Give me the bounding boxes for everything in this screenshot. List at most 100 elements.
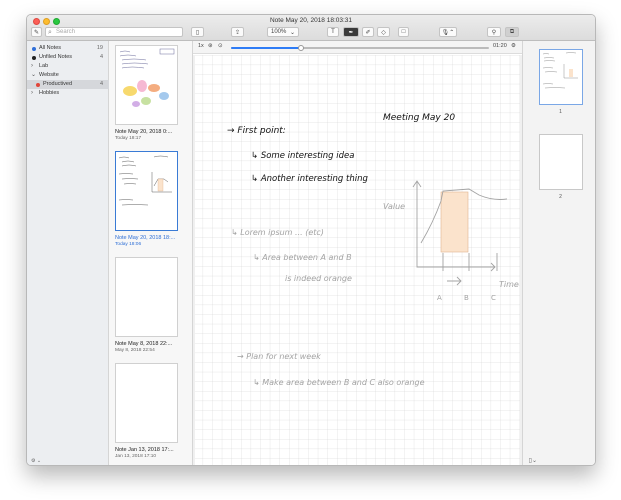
rewind-icon[interactable]: ⊛	[208, 43, 213, 49]
handwriting-line: ↳ Lorem ipsum ... (etc)	[231, 228, 324, 237]
playback-settings-icon[interactable]: ⚙	[511, 43, 516, 49]
eraser-icon: ◇	[381, 29, 386, 36]
window-title: Note May 20, 2018 18:03:31	[269, 17, 353, 24]
sidebar-item-count: 4	[99, 81, 103, 87]
note-thumbnail-selected[interactable]	[115, 151, 178, 231]
handwriting-line: ↳ Some interesting idea	[251, 151, 354, 161]
sidebar-settings-button[interactable]: ⚙ ⌄	[31, 458, 41, 464]
shape-tool-button[interactable]: □	[398, 27, 409, 37]
note-thumbnail[interactable]	[115, 45, 178, 125]
sidebar-item-label: Unfiled Notes	[39, 54, 73, 60]
unfiled-dot-icon	[32, 55, 36, 60]
note-date: Today 18:17	[115, 136, 142, 141]
graph-point-label: A	[437, 294, 442, 302]
page-thumbnail-selected[interactable]	[539, 49, 583, 105]
microphone-icon: 🎙︎⌃	[441, 29, 455, 36]
sidebar-item-all-notes[interactable]: All Notes 19	[27, 44, 109, 53]
sidebar-item-label: Website	[39, 72, 59, 78]
sidebar-item-lab[interactable]: › Lab	[27, 62, 109, 71]
handwriting-line: is indeed orange	[285, 274, 352, 283]
handwriting-line: → Plan for next week	[237, 352, 321, 361]
graph-point-label: B	[464, 294, 469, 302]
page-thumbnail-preview	[542, 52, 578, 89]
page-thumbnail[interactable]	[539, 134, 583, 190]
graph-point-label: C	[491, 294, 496, 302]
pen-tool-icon: ✒	[348, 29, 354, 36]
page-number: 1	[559, 109, 562, 115]
sidebar-item-label: Lab	[39, 63, 49, 69]
note-thumbnail[interactable]	[115, 363, 178, 443]
playback-knob[interactable]	[297, 44, 304, 51]
playback-slider[interactable]	[231, 44, 489, 51]
graph-axis-label: Value	[383, 202, 405, 211]
share-icon: ⇪	[234, 29, 241, 36]
note-date: Jan 13, 2018 17:10	[115, 454, 157, 459]
shape-icon: □	[401, 29, 406, 35]
chevron-down-icon: ⌄	[289, 29, 295, 36]
note-title[interactable]: Note May 20, 2018 18:...	[115, 235, 189, 241]
sidebar-toggle-button[interactable]: ▯	[191, 27, 204, 37]
handwriting-heading: Meeting May 20	[383, 113, 455, 123]
chevron-down-icon[interactable]: ⌄	[31, 71, 36, 80]
lasso-tool-button[interactable]: ⚲	[487, 27, 501, 37]
handwriting-line: ↳ Area between A and B	[253, 253, 352, 262]
pages-panel: 1 2 ▯⌄	[522, 41, 595, 465]
sidebar-item-productived[interactable]: Productived 4	[27, 80, 109, 89]
handwritten-page: Meeting May 20 → First point: ↳ Some int…	[195, 55, 520, 465]
note-list: Note May 20, 2018 0:... Today 18:17 Note…	[109, 41, 193, 465]
lasso-icon: ⚲	[491, 29, 497, 36]
sidebar-item-count: 4	[99, 54, 103, 60]
page-options-button[interactable]: ▯⌄	[529, 457, 537, 464]
search-placeholder: Search	[56, 29, 76, 35]
note-date: Today 18:06	[115, 242, 142, 247]
note-title[interactable]: Note May 20, 2018 0:...	[115, 129, 189, 135]
play-icon[interactable]: ⊙	[218, 43, 223, 49]
page-number: 2	[559, 194, 562, 200]
sidebar: All Notes 19 Unfiled Notes 4 › Lab ⌄ Web…	[27, 41, 109, 465]
sidebar-item-label: All Notes	[39, 45, 62, 51]
chevron-right-icon[interactable]: ›	[31, 62, 33, 71]
search-icon: ⌕	[48, 29, 52, 36]
handwriting-line: ↳ Make area between B and C also orange	[253, 378, 425, 387]
app-window: Note May 20, 2018 18:03:31 ✎ ⌕ Search ▯ …	[26, 14, 596, 466]
zoom-select[interactable]: 100% ⌄	[267, 27, 299, 37]
chevron-right-icon[interactable]: ›	[31, 89, 33, 98]
pages-panel-toggle[interactable]: ⧉	[505, 27, 519, 37]
graph-axis-label: Time	[499, 280, 519, 289]
note-page[interactable]: Meeting May 20 → First point: ↳ Some int…	[193, 55, 522, 465]
eraser-tool-button[interactable]: ◇	[377, 27, 390, 37]
pen-tool-button[interactable]: ✒	[343, 27, 359, 37]
sidebar-item-hobbies[interactable]: › Hobbies	[27, 89, 109, 98]
record-audio-button[interactable]: 🎙︎⌃	[439, 27, 457, 37]
sidebar-item-label: Hobbies	[39, 90, 60, 96]
search-input[interactable]: ⌕ Search	[45, 27, 183, 37]
note-editor: 1x ⊛ ⊙ 01:20 ⚙ Meeting May 20 → First po…	[193, 41, 522, 465]
note-title[interactable]: Note Jan 13, 2018 17:...	[115, 447, 189, 453]
productived-dot-icon	[36, 82, 40, 87]
new-note-button[interactable]: ✎	[31, 27, 42, 37]
sidebar-item-label: Productived	[43, 81, 73, 87]
compose-icon: ✎	[33, 29, 40, 36]
sidebar-item-unfiled-notes[interactable]: Unfiled Notes 4	[27, 53, 109, 62]
orange-area	[440, 191, 469, 253]
handwriting-line: → First point:	[227, 126, 286, 136]
note-thumbnail[interactable]	[115, 257, 178, 337]
page-options-icon: ▯⌄	[528, 458, 537, 464]
highlighter-tool-button[interactable]: ✐	[362, 27, 374, 37]
playback-speed[interactable]: 1x	[198, 43, 204, 49]
handwriting-line: ↳ Another interesting thing	[251, 174, 368, 184]
all-notes-dot-icon	[32, 46, 36, 51]
audio-playback-bar: 1x ⊛ ⊙ 01:20 ⚙	[193, 41, 522, 54]
sidebar-item-website[interactable]: ⌄ Website	[27, 71, 109, 80]
playback-progress	[231, 47, 301, 49]
pages-icon: ⧉	[509, 28, 515, 35]
highlighter-icon: ✐	[365, 29, 371, 36]
note-title[interactable]: Note May 8, 2018 22:...	[115, 341, 189, 347]
sidebar-item-count: 19	[96, 45, 103, 51]
text-tool-button[interactable]: T	[327, 27, 339, 37]
note-date: May 8, 2018 22:54	[115, 348, 155, 353]
share-button[interactable]: ⇪	[231, 27, 244, 37]
zoom-value: 100%	[271, 29, 287, 35]
titlebar: Note May 20, 2018 18:03:31 ✎ ⌕ Search ▯ …	[27, 15, 595, 41]
sidebar-toggle-icon: ▯	[195, 29, 200, 36]
